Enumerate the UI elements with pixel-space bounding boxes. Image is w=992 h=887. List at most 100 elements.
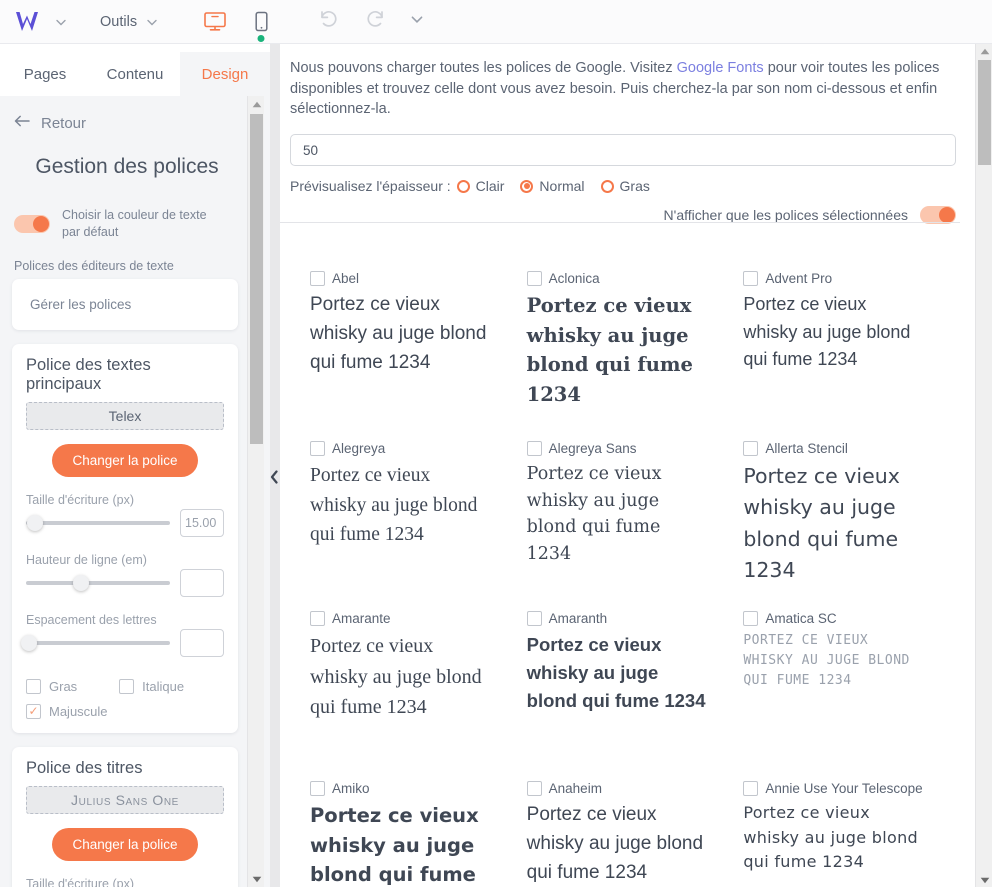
logo-group[interactable]	[0, 10, 68, 34]
body-letter-spacing-track[interactable]	[26, 641, 170, 645]
body-line-height-track[interactable]	[26, 581, 170, 585]
body-line-height-label: Hauteur de ligne (em)	[26, 553, 224, 567]
triangle-down-icon[interactable]	[248, 871, 265, 887]
mobile-preview-button[interactable]	[247, 8, 275, 36]
font-name-label: Anaheim	[549, 781, 602, 797]
font-name-label: Allerta Stencil	[765, 441, 848, 457]
font-select-checkbox[interactable]	[743, 271, 758, 286]
font-card-header: Allerta Stencil	[743, 441, 953, 457]
triangle-up-icon[interactable]	[976, 44, 992, 58]
monitor-icon	[203, 11, 227, 33]
body-font-change-button[interactable]: Changer la police	[52, 444, 197, 477]
back-button[interactable]: Retour	[0, 96, 254, 133]
font-select-checkbox[interactable]	[310, 611, 325, 626]
main-scroll-thumb[interactable]	[978, 60, 991, 165]
font-card-header: Amarante	[310, 611, 520, 627]
tab-design[interactable]: Design	[180, 52, 270, 96]
body-bold-checkbox[interactable]: Gras	[26, 679, 77, 694]
body-letter-spacing-input[interactable]	[180, 629, 224, 657]
title-font-size-label: Taille d'écriture (px)	[26, 877, 224, 887]
radio-dot	[524, 183, 530, 189]
font-select-checkbox[interactable]	[743, 781, 758, 796]
font-sample-text: Portez ce vieux whisky au juge blond qui…	[527, 801, 707, 887]
weight-option-normal[interactable]: Normal	[520, 178, 584, 194]
tools-menu-label: Outils	[100, 14, 137, 30]
weight-option-gras[interactable]: Gras	[601, 178, 650, 194]
font-name-label: Annie Use Your Telescope	[765, 781, 922, 797]
body-line-height-input[interactable]	[180, 569, 224, 597]
toggle-knob	[939, 207, 955, 223]
font-select-checkbox[interactable]	[527, 781, 542, 796]
radio-icon	[601, 180, 614, 193]
body-uppercase-label: Majuscule	[49, 704, 108, 719]
font-select-checkbox[interactable]	[743, 611, 758, 626]
tools-menu[interactable]: Outils	[100, 14, 159, 30]
body-font-selected[interactable]: Telex	[26, 402, 224, 430]
tab-pages[interactable]: Pages	[0, 52, 90, 96]
body-font-size-track[interactable]	[26, 521, 170, 525]
font-sample-text: Portez ce vieux whisky au juge blond qui…	[527, 291, 707, 410]
font-select-checkbox[interactable]	[310, 271, 325, 286]
history-more-button[interactable]	[409, 11, 425, 32]
checkbox-box	[26, 679, 41, 694]
font-sample-text: Portez ce vieux whisky au juge blond qui…	[310, 461, 490, 550]
sidebar-scrollbar[interactable]	[247, 96, 264, 887]
checkbox-box-checked: ✓	[26, 704, 41, 719]
panel-collapse-button[interactable]	[268, 465, 280, 489]
title-font-card: Police des titres Julius Sans One Change…	[12, 747, 238, 887]
body-font-size-thumb[interactable]	[27, 515, 43, 531]
font-search-input[interactable]: 50	[290, 134, 956, 166]
font-select-checkbox[interactable]	[527, 271, 542, 286]
title-font-change-button[interactable]: Changer la police	[52, 828, 197, 861]
body-line-height-thumb[interactable]	[73, 575, 89, 591]
font-select-checkbox[interactable]	[310, 441, 325, 456]
font-select-checkbox[interactable]	[310, 781, 325, 796]
body-bold-label: Gras	[49, 679, 77, 694]
left-sidebar: Pages Contenu Design Retour Gestion des …	[0, 44, 270, 887]
font-select-checkbox[interactable]	[527, 441, 542, 456]
chevron-down-icon[interactable]	[54, 15, 68, 29]
radio-icon	[457, 180, 470, 193]
font-select-checkbox[interactable]	[527, 611, 542, 626]
sidebar-content: Retour Gestion des polices Choisir la co…	[0, 96, 254, 887]
triangle-up-icon[interactable]	[248, 96, 265, 112]
check-icon: ✓	[28, 705, 38, 717]
body-font-card-title: Police des textes principaux	[26, 356, 224, 394]
undo-icon	[317, 7, 341, 31]
w-logo[interactable]	[14, 10, 46, 34]
font-card: AbelPortez ce vieux whisky au juge blond…	[310, 271, 520, 441]
font-sample-text: Portez ce vieux whisky au juge blond qui…	[310, 291, 490, 378]
tab-contenu[interactable]: Contenu	[90, 52, 180, 96]
sidebar-scroll-thumb[interactable]	[250, 114, 263, 444]
body-uppercase-checkbox[interactable]: ✓ Majuscule	[26, 704, 108, 719]
triangle-down-icon[interactable]	[976, 873, 992, 887]
desktop-preview-button[interactable]	[201, 8, 229, 36]
chevron-down-icon	[409, 11, 425, 27]
title-font-selected[interactable]: Julius Sans One	[26, 786, 224, 814]
device-preview-group	[201, 8, 275, 36]
page-title: Gestion des polices	[0, 155, 254, 179]
body-italic-checkbox[interactable]: Italique	[119, 679, 184, 694]
google-fonts-link[interactable]: Google Fonts	[677, 60, 764, 76]
body-font-size-input[interactable]: 15.00	[180, 509, 224, 537]
font-card-header: Annie Use Your Telescope	[743, 781, 953, 797]
checkbox-box	[119, 679, 134, 694]
default-text-color-toggle[interactable]	[14, 215, 50, 233]
weight-option-clair[interactable]: Clair	[457, 178, 505, 194]
body-letter-spacing-slider-row	[26, 629, 224, 657]
top-toolbar: Outils	[0, 0, 992, 44]
font-card-header: Amaranth	[527, 611, 737, 627]
font-card: Allerta StencilPortez ce vieux whisky au…	[743, 441, 953, 611]
redo-button[interactable]	[363, 7, 387, 36]
weight-option-normal-label: Normal	[539, 178, 584, 194]
default-text-color-toggle-row: Choisir la couleur de texte par défaut	[14, 207, 254, 241]
chevron-down-icon[interactable]	[145, 15, 159, 29]
manage-fonts-button[interactable]: Gérer les polices	[12, 279, 238, 330]
font-select-checkbox[interactable]	[743, 441, 758, 456]
undo-button[interactable]	[317, 7, 341, 36]
font-sample-text: Portez ce vieux whisky au juge blond qui…	[310, 631, 490, 722]
body-letter-spacing-thumb[interactable]	[21, 635, 37, 651]
main-scrollbar[interactable]	[975, 44, 992, 887]
font-card: Amarante Portez ce vieux whisky au juge b…	[310, 611, 520, 781]
font-card-header: Anaheim	[527, 781, 737, 797]
